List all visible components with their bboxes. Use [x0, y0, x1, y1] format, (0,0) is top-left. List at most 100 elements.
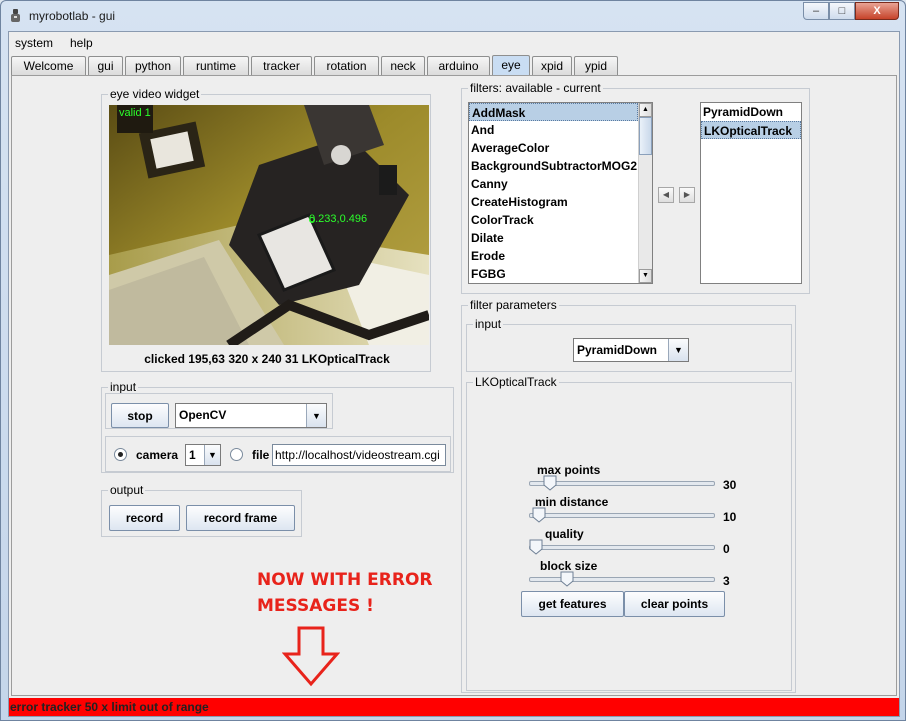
stop-button[interactable]: stop — [111, 403, 169, 428]
camera-index-value: 1 — [189, 448, 196, 462]
tracked-point-marker — [309, 217, 315, 223]
lk-optical-track-title: LKOpticalTrack — [473, 375, 559, 389]
scroll-down-icon[interactable]: ▼ — [639, 269, 652, 283]
input-group: input stop OpenCV ▼ camera 1 ▼ file — [101, 380, 454, 473]
available-filter-item[interactable]: AddMask — [469, 103, 638, 121]
maximize-button[interactable]: □ — [829, 2, 855, 20]
video-widget-title: eye video widget — [108, 87, 202, 101]
client-area: system help Welcome gui python runtime t… — [8, 31, 900, 717]
slider-track[interactable] — [529, 545, 715, 550]
overlay-valid-label: valid 1 — [119, 107, 151, 119]
status-bar: error tracker 50 x limit out of range — [9, 698, 899, 716]
menu-bar: system help — [9, 32, 899, 54]
filter-input-value: PyramidDown — [577, 343, 658, 357]
chevron-down-icon: ▼ — [204, 445, 220, 465]
annotation-line-2: MESSAGES ! — [257, 596, 374, 616]
menu-help[interactable]: help — [70, 36, 93, 50]
available-filters-scrollbar[interactable]: ▲ ▼ — [638, 103, 652, 283]
slider-label: quality — [545, 527, 584, 541]
record-button[interactable]: record — [109, 505, 180, 531]
get-features-button[interactable]: get features — [521, 591, 624, 617]
slider-value: 0 — [723, 542, 730, 556]
minimize-button[interactable]: – — [803, 2, 829, 20]
tab-eye[interactable]: eye — [492, 55, 530, 76]
move-left-arrow-icon[interactable]: ◀ — [658, 187, 674, 203]
current-filter-item[interactable]: PyramidDown — [701, 103, 801, 121]
close-button[interactable]: X — [855, 2, 899, 20]
current-filters-list[interactable]: PyramidDown LKOpticalTrack — [700, 102, 802, 284]
app-icon — [11, 9, 20, 22]
slider-thumb[interactable] — [529, 539, 543, 555]
video-info-label: clicked 195,63 320 x 240 31 LKOpticalTra… — [144, 352, 390, 366]
slider-thumb[interactable] — [543, 475, 557, 491]
filter-parameters-group: filter parameters input PyramidDown ▼ LK… — [461, 298, 796, 693]
filters-group-title: filters: available - current — [468, 81, 603, 95]
available-filters-list[interactable]: AddMask And AverageColor BackgroundSubtract… — [468, 102, 653, 284]
camera-label: camera — [136, 448, 179, 462]
available-filter-item[interactable]: Erode — [469, 247, 638, 265]
available-filter-item[interactable]: AverageColor — [469, 139, 638, 157]
tab-ypid[interactable]: ypid — [574, 56, 618, 76]
down-arrow-icon — [282, 626, 340, 687]
lk-optical-track-subgroup: LKOpticalTrack max points 30 min distance 1… — [466, 375, 792, 691]
tab-rotation[interactable]: rotation — [314, 56, 379, 76]
camera-image — [109, 105, 429, 345]
available-filter-item[interactable]: And — [469, 121, 638, 139]
video-widget-group: eye video widget valid 1 0.233,0.496 cli… — [101, 87, 431, 372]
current-filter-item[interactable]: LKOpticalTrack — [701, 121, 801, 139]
current-filters-items: PyramidDown LKOpticalTrack — [701, 103, 801, 139]
error-messages-annotation: NOW WITH ERROR MESSAGES ! — [257, 567, 433, 619]
tab-arduino[interactable]: arduino — [427, 56, 490, 76]
overlay-point-label: 0.233,0.496 — [309, 213, 368, 225]
tab-welcome[interactable]: Welcome — [11, 56, 86, 76]
window-title: myrobotlab - gui — [29, 9, 116, 23]
record-frame-button[interactable]: record frame — [186, 505, 295, 531]
tab-runtime[interactable]: runtime — [183, 56, 249, 76]
tab-xpid[interactable]: xpid — [532, 56, 572, 76]
clear-points-button[interactable]: clear points — [624, 591, 725, 617]
input-group-title: input — [108, 380, 139, 394]
camera-index-select[interactable]: 1 ▼ — [185, 444, 221, 466]
tab-python[interactable]: python — [125, 56, 181, 76]
file-url-input[interactable] — [272, 444, 446, 466]
eye-tab-panel: eye video widget valid 1 0.233,0.496 cli… — [11, 75, 897, 696]
chevron-down-icon: ▼ — [668, 339, 688, 361]
filter-input-title: input — [473, 317, 504, 331]
video-source-select[interactable]: OpenCV ▼ — [175, 403, 327, 428]
video-frame[interactable]: valid 1 0.233,0.496 — [109, 105, 429, 345]
output-group-title: output — [108, 483, 146, 497]
menu-system[interactable]: system — [15, 36, 53, 50]
slider-track[interactable] — [529, 513, 715, 518]
output-group: output record record frame — [101, 483, 302, 537]
filter-input-subgroup: input PyramidDown ▼ — [466, 317, 792, 372]
scroll-up-icon[interactable]: ▲ — [639, 103, 652, 117]
tab-neck[interactable]: neck — [381, 56, 425, 76]
available-filters-items: AddMask And AverageColor BackgroundSubtract… — [469, 103, 652, 283]
slider-thumb[interactable] — [560, 571, 574, 587]
available-filter-item[interactable]: ColorTrack — [469, 211, 638, 229]
available-filter-item[interactable]: FGBG — [469, 265, 638, 283]
camera-radio[interactable] — [114, 448, 127, 461]
slider-value: 3 — [723, 574, 730, 588]
file-radio[interactable] — [230, 448, 243, 461]
slider-value: 30 — [723, 478, 737, 492]
move-right-arrow-icon[interactable]: ▶ — [679, 187, 695, 203]
filter-parameters-title: filter parameters — [468, 298, 559, 312]
tab-gui[interactable]: gui — [88, 56, 123, 76]
filter-input-select[interactable]: PyramidDown ▼ — [573, 338, 689, 362]
chevron-down-icon: ▼ — [306, 404, 326, 427]
available-filter-item[interactable]: BackgroundSubtractorMOG2 — [469, 157, 638, 175]
scroll-thumb[interactable] — [639, 117, 652, 155]
slider-thumb[interactable] — [532, 507, 546, 523]
available-filter-item[interactable]: CreateHistogram — [469, 193, 638, 211]
slider-value: 10 — [723, 510, 737, 524]
title-bar[interactable]: myrobotlab - gui – □ X — [1, 1, 905, 31]
tab-tracker[interactable]: tracker — [251, 56, 312, 76]
file-label: file — [252, 448, 270, 462]
available-filter-item[interactable]: Dilate — [469, 229, 638, 247]
video-source-value: OpenCV — [179, 408, 227, 422]
slider-track[interactable] — [529, 577, 715, 582]
available-filter-item[interactable]: Canny — [469, 175, 638, 193]
annotation-line-1: NOW WITH ERROR — [257, 570, 433, 590]
slider-track[interactable] — [529, 481, 715, 486]
